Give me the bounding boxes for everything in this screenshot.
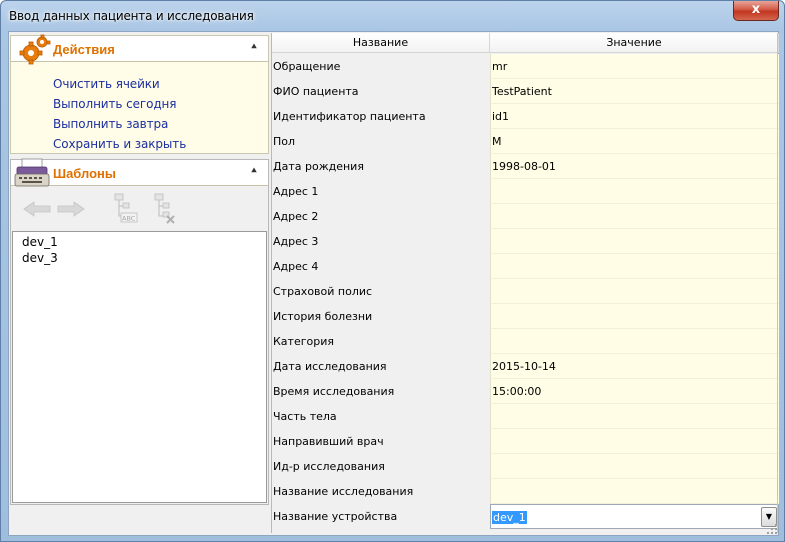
grid-row: Дата исследования 2015-10-14 [272, 354, 779, 379]
field-name: Обращение [272, 54, 490, 79]
actions-header[interactable]: Действия ⯅ [11, 34, 268, 65]
field-value[interactable]: 2015-10-14 [490, 354, 779, 379]
field-name: Страховой полис [272, 279, 490, 304]
action-run-today[interactable]: Выполнить сегодня [53, 94, 186, 114]
field-name: Категория [272, 329, 490, 354]
grid-row: Название исследования [272, 479, 779, 504]
field-value[interactable] [490, 254, 779, 279]
grid-row: Адрес 2 [272, 204, 779, 229]
device-name-combobox[interactable]: dev_1 ▼ [490, 504, 779, 529]
field-name: Дата исследования [272, 354, 490, 379]
field-value[interactable] [490, 204, 779, 229]
actions-panel: Действия ⯅ Очистить ячейки Выполнить сег… [10, 34, 269, 154]
field-value[interactable]: id1 [490, 104, 779, 129]
grid-rows: Обращение mr ФИО пациента TestPatient Иден… [272, 54, 779, 529]
rename-template-icon[interactable]: ABC [107, 192, 139, 226]
grid-row: Страховой полис [272, 279, 779, 304]
field-name: Название устройства [272, 504, 490, 529]
grid-row: Адрес 1 [272, 179, 779, 204]
templates-title: Шаблоны [53, 166, 116, 181]
field-value[interactable] [490, 329, 779, 354]
field-name: Пол [272, 129, 490, 154]
field-value[interactable] [490, 479, 779, 504]
grid-row: Категория [272, 329, 779, 354]
grid-row: ФИО пациента TestPatient [272, 79, 779, 104]
field-name: Идентификатор пациента [272, 104, 490, 129]
field-value[interactable] [490, 279, 779, 304]
field-name: История болезни [272, 304, 490, 329]
grid-row: Часть тела [272, 404, 779, 429]
field-value[interactable]: 15:00:00 [490, 379, 779, 404]
grid-row: История болезни [272, 304, 779, 329]
field-name: Направивший врач [272, 429, 490, 454]
title-bar[interactable]: Ввод данных пациента и исследования x [1, 1, 784, 31]
collapse-icon[interactable]: ⯅ [248, 43, 260, 55]
grid-row: Ид-р исследования [272, 454, 779, 479]
actions-title: Действия [53, 42, 115, 57]
close-button[interactable]: x [733, 1, 779, 21]
grid-row: Адрес 3 [272, 229, 779, 254]
field-name: Адрес 1 [272, 179, 490, 204]
grid-row: Пол M [272, 129, 779, 154]
field-name: Дата рождения [272, 154, 490, 179]
property-grid: Название Значение Обращение mr ФИО пациен… [271, 33, 779, 533]
collapse-icon[interactable]: ⯅ [248, 167, 260, 179]
field-name: Адрес 4 [272, 254, 490, 279]
field-name: Часть тела [272, 404, 490, 429]
field-value[interactable] [490, 404, 779, 429]
field-value[interactable] [490, 179, 779, 204]
field-value[interactable] [490, 454, 779, 479]
forward-arrow-icon[interactable] [55, 192, 87, 226]
templates-header[interactable]: Шаблоны ⯅ [11, 158, 268, 187]
template-item[interactable]: dev_1 [13, 234, 266, 250]
field-value[interactable]: TestPatient [490, 79, 779, 104]
resize-grip-icon[interactable] [766, 523, 778, 535]
field-name: Время исследования [272, 379, 490, 404]
column-header-name[interactable]: Название [272, 33, 490, 53]
field-value[interactable] [490, 429, 779, 454]
selected-value[interactable]: dev_1 [492, 511, 527, 524]
actions-list: Очистить ячейки Выполнить сегодня Выполн… [53, 74, 186, 154]
window-title: Ввод данных пациента и исследования [9, 9, 254, 23]
typewriter-icon [14, 158, 50, 187]
dialog-window: Ввод данных пациента и исследования x Де… [0, 0, 785, 542]
grid-row: Название устройства dev_1 ▼ [272, 504, 779, 529]
column-header-value[interactable]: Значение [490, 33, 779, 53]
svg-text:ABC: ABC [122, 215, 136, 223]
grid-row: Адрес 4 [272, 254, 779, 279]
field-name: Название исследования [272, 479, 490, 504]
field-value[interactable] [490, 229, 779, 254]
delete-template-icon[interactable] [147, 192, 179, 226]
templates-list[interactable]: dev_1 dev_3 [12, 231, 267, 503]
field-value[interactable] [490, 304, 779, 329]
action-clear-cells[interactable]: Очистить ячейки [53, 74, 186, 94]
field-value[interactable]: 1998-08-01 [490, 154, 779, 179]
template-item[interactable]: dev_3 [13, 250, 266, 266]
gears-icon [19, 34, 51, 65]
grid-row: Дата рождения 1998-08-01 [272, 154, 779, 179]
grid-border [777, 33, 778, 533]
back-arrow-icon[interactable] [21, 192, 53, 226]
grid-row: Идентификатор пациента id1 [272, 104, 779, 129]
client-area: Действия ⯅ Очистить ячейки Выполнить сег… [8, 31, 779, 536]
field-name: Адрес 3 [272, 229, 490, 254]
grid-row: Направивший врач [272, 429, 779, 454]
field-name: ФИО пациента [272, 79, 490, 104]
action-save-close[interactable]: Сохранить и закрыть [53, 134, 186, 154]
grid-row: Время исследования 15:00:00 [272, 379, 779, 404]
templates-panel: Шаблоны ⯅ ABC dev_1 dev_3 [10, 158, 269, 505]
templates-toolbar: ABC [15, 192, 265, 228]
field-name: Ид-р исследования [272, 454, 490, 479]
grid-header: Название Значение [272, 33, 779, 53]
field-value[interactable]: mr [490, 54, 779, 79]
field-name: Адрес 2 [272, 204, 490, 229]
action-run-tomorrow[interactable]: Выполнить завтра [53, 114, 186, 134]
grid-row: Обращение mr [272, 54, 779, 79]
field-value[interactable]: M [490, 129, 779, 154]
